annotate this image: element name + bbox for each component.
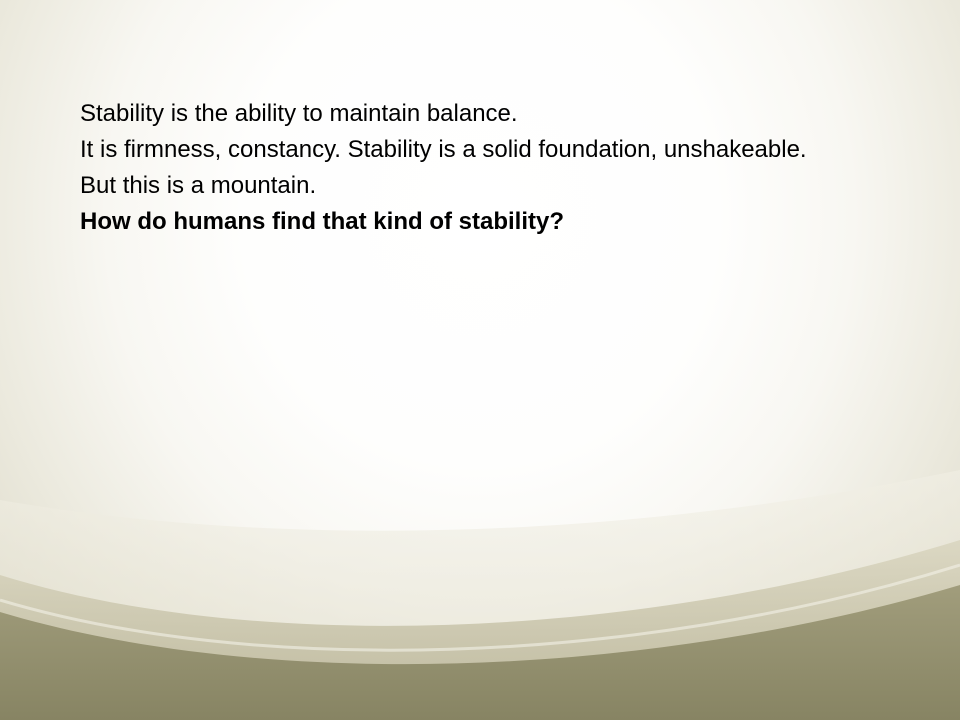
text-line-question: How do humans find that kind of stabilit…: [80, 208, 564, 235]
text-line-firmness: It is firmness, constancy. Stability is …: [80, 136, 807, 163]
slide-body-text: Stability is the ability to maintain bal…: [80, 96, 872, 240]
slide: Stability is the ability to maintain bal…: [0, 0, 960, 720]
text-line-mountain: But this is a mountain.: [80, 172, 317, 199]
text-line-definition: Stability is the ability to maintain bal…: [80, 100, 518, 127]
